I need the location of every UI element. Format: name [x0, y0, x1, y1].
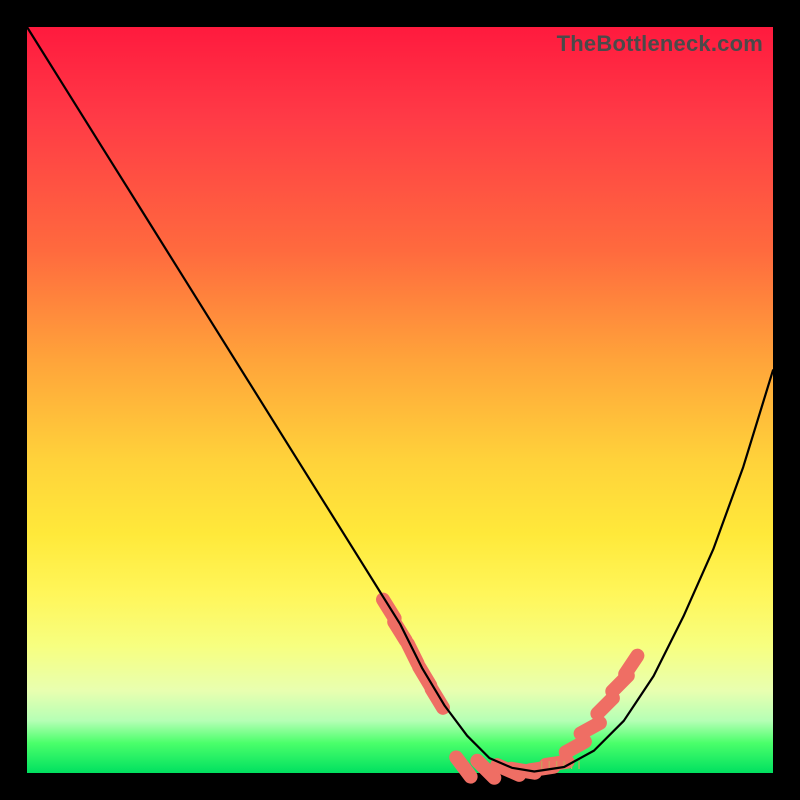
chart-svg — [27, 27, 773, 773]
ticks-right-cluster — [546, 656, 638, 765]
ticks-left-cluster — [383, 600, 443, 708]
plot-area: TheBottleneck.com — [27, 27, 773, 773]
bottleneck-curve — [27, 27, 773, 772]
frame: TheBottleneck.com — [0, 0, 800, 800]
ticks-bottom-cluster — [456, 757, 553, 777]
